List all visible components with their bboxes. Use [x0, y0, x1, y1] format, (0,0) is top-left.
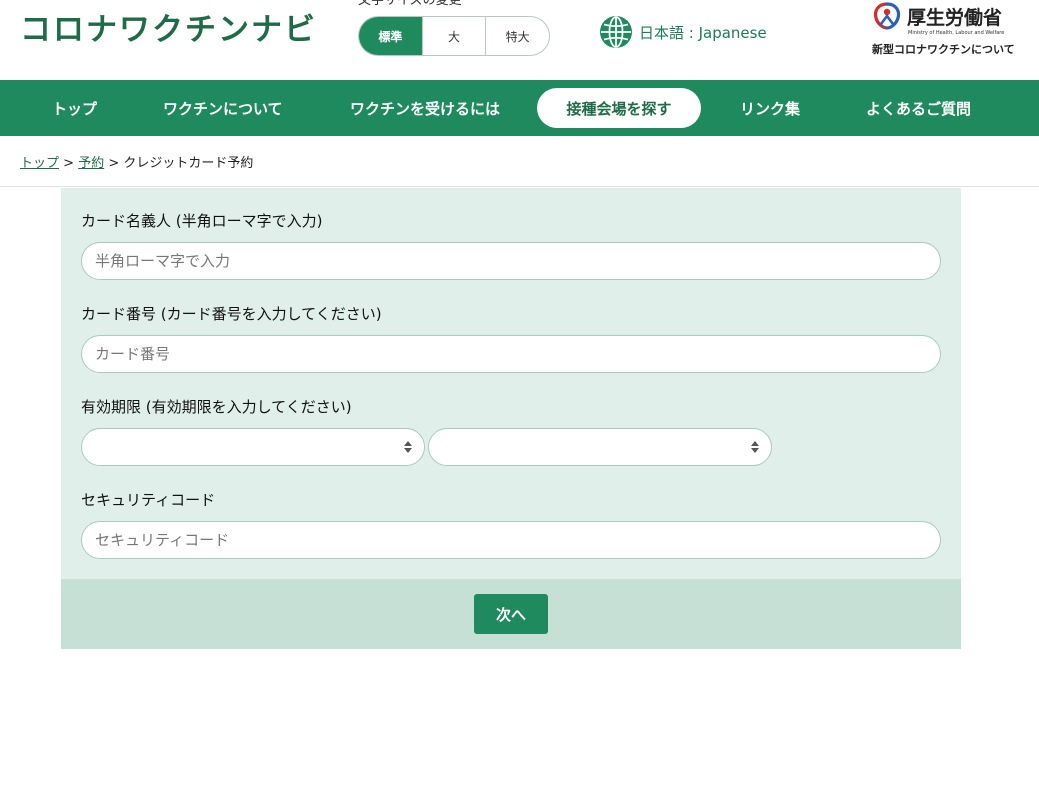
credit-card-form: カード名義人 (半角ローマ字で入力) カード番号 (カード番号を入力してください… [61, 188, 961, 579]
cardholder-input[interactable] [81, 242, 941, 280]
card-number-label: カード番号 (カード番号を入力してください) [81, 305, 382, 323]
next-button[interactable]: 次へ [474, 594, 548, 634]
ministry-subtitle: 新型コロナワクチンについて [872, 43, 1015, 56]
form-footer: 次へ [61, 579, 961, 649]
fontsize-standard-button[interactable]: 標準 [359, 17, 422, 55]
nav-item-how-to-get[interactable]: ワクチンを受けるには [350, 88, 500, 128]
nav-item-find-venue[interactable]: 接種会場を探す [537, 88, 701, 128]
expiry-year-select[interactable] [428, 428, 772, 466]
nav-item-about-vaccine[interactable]: ワクチンについて [163, 88, 283, 128]
ministry-name: 厚生労働省 [907, 6, 1003, 29]
security-code-label: セキュリティコード [81, 491, 216, 509]
expiry-month-select[interactable] [81, 428, 425, 466]
language-switch[interactable]: 日本語 : Japanese [599, 15, 767, 49]
ministry-emblem-icon [873, 2, 901, 30]
expiry-label: 有効期限 (有効期限を入力してください) [81, 398, 352, 416]
breadcrumb-link-reservation[interactable]: 予約 [78, 156, 104, 171]
breadcrumb-separator: > [104, 156, 124, 171]
ministry-name-en: Ministry of Health, Labour and Welfare [908, 30, 1005, 36]
security-code-input[interactable] [81, 521, 941, 559]
language-label: 日本語 : Japanese [639, 23, 767, 42]
breadcrumb: トップ > 予約 > クレジットカード予約 [20, 152, 253, 171]
nav-item-links[interactable]: リンク集 [740, 88, 800, 128]
fontsize-switcher: 標準 大 特大 [358, 16, 550, 56]
site-header: コロナワクチンナビ 文字サイズの変更 標準 大 特大 日本語 : Japanes… [0, 0, 1039, 80]
fontsize-large-button[interactable]: 大 [421, 17, 486, 55]
global-nav: トップ ワクチンについて ワクチンを受けるには 接種会場を探す リンク集 よくあ… [0, 80, 1039, 136]
fontsize-caption: 文字サイズの変更 [358, 0, 462, 8]
card-number-input[interactable] [81, 335, 941, 373]
breadcrumb-separator: > [59, 156, 79, 171]
breadcrumb-link-top[interactable]: トップ [20, 156, 59, 171]
cardholder-label: カード名義人 (半角ローマ字で入力) [81, 212, 323, 230]
select-arrows-icon [751, 439, 759, 455]
ministry-logo[interactable]: 厚生労働省 Ministry of Health, Labour and Wel… [872, 2, 1015, 56]
breadcrumb-divider [0, 186, 1039, 187]
globe-icon [600, 16, 632, 48]
breadcrumb-current: クレジットカード予約 [123, 156, 254, 171]
site-logo[interactable]: コロナワクチンナビ [20, 4, 317, 49]
nav-item-top[interactable]: トップ [52, 88, 97, 128]
select-arrows-icon [404, 439, 412, 455]
fontsize-xlarge-button[interactable]: 特大 [485, 17, 549, 55]
nav-item-faq[interactable]: よくあるご質問 [866, 88, 971, 128]
